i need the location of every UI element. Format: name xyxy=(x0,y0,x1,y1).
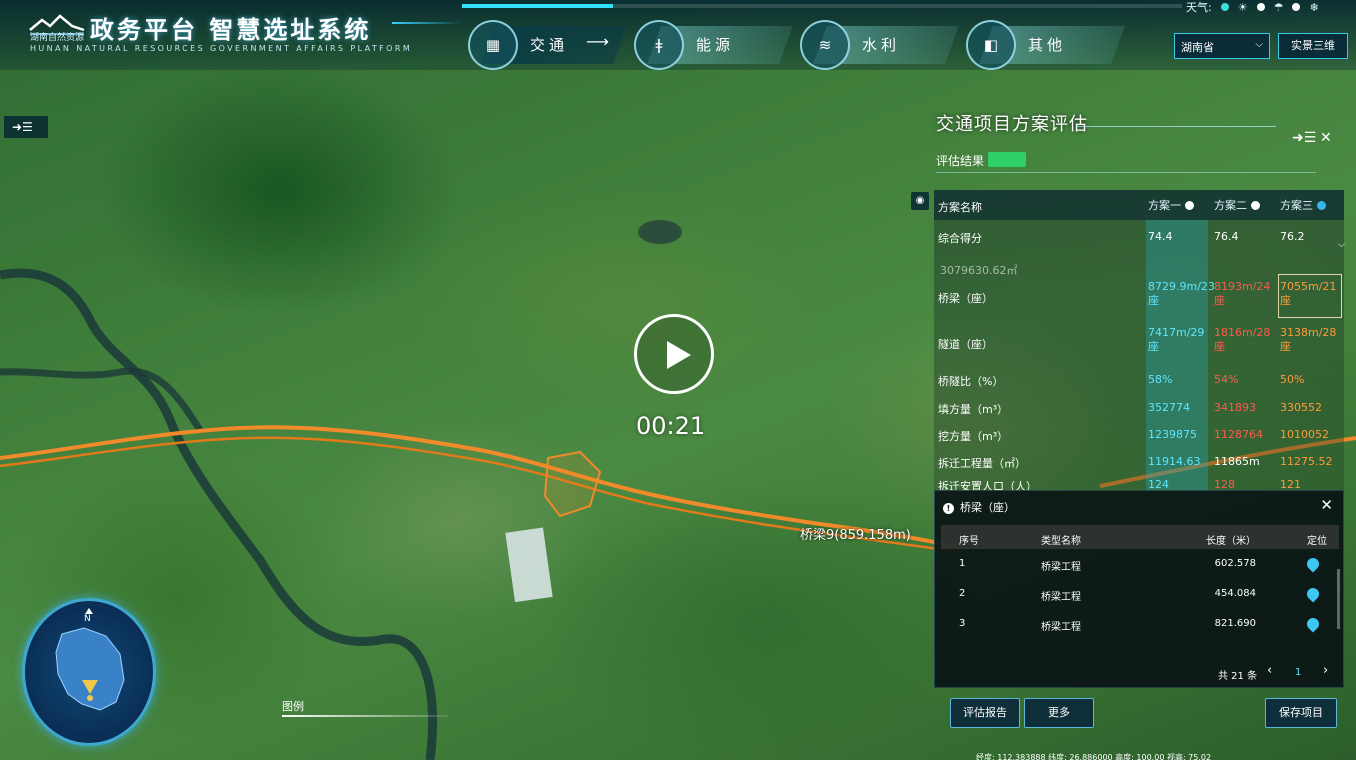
table-row[interactable]: 3 桥梁工程 821.690 xyxy=(941,611,1331,641)
other-icon: ◧ xyxy=(966,20,1016,70)
view-mode-button[interactable]: 实景三维 xyxy=(1278,33,1348,59)
lake xyxy=(638,220,682,244)
energy-icon: ǂ xyxy=(634,20,684,70)
weather-status-dot xyxy=(1220,3,1229,11)
table-row[interactable]: 1 桥梁工程 602.578 xyxy=(941,551,1331,581)
nav-item-traffic[interactable]: ▦ 交通 ⟶ xyxy=(468,20,627,70)
weather-dot xyxy=(1292,3,1301,11)
nav-item-label: 交通 xyxy=(530,36,569,54)
weather-bar: 天气: ☀ ☂ ❄ xyxy=(1186,0,1319,15)
table-header: 方案名称 方案一 方案二 方案三 xyxy=(934,190,1344,220)
scheme-color-dot xyxy=(1317,201,1326,210)
quarry-area xyxy=(505,527,553,603)
play-icon xyxy=(667,341,691,369)
eval-report-button[interactable]: 评估报告 xyxy=(950,698,1020,728)
next-page-button[interactable]: › xyxy=(1323,663,1328,678)
page-subtitle: HUNAN NATURAL RESOURCES GOVERNMENT AFFAI… xyxy=(30,44,413,53)
location-pin-icon xyxy=(1304,585,1322,603)
table-header: 序号 类型名称 长度（米） 定位 xyxy=(941,525,1339,549)
info-icon: ! xyxy=(943,503,954,514)
column-header: 方案名称 xyxy=(938,201,982,214)
video-timestamp: 00:21 xyxy=(636,412,706,440)
chevron-down-icon: ⌵ xyxy=(1255,39,1263,50)
locate-icon[interactable]: ◉ xyxy=(911,192,929,210)
prev-page-button[interactable]: ‹ xyxy=(1267,663,1272,678)
region-value: 湖南省 xyxy=(1181,41,1214,54)
header: 湖南自然资源 政务平台 智慧选址系统 HUNAN NATURAL RESOURC… xyxy=(0,0,1356,70)
eval-result-label: 评估结果 xyxy=(936,154,985,168)
org-name: 湖南自然资源 xyxy=(30,33,85,43)
title-divider xyxy=(392,22,462,24)
scheme-color-dot xyxy=(1251,201,1260,210)
location-pin-icon xyxy=(1304,615,1322,633)
video-progress-fill xyxy=(462,4,614,8)
bridge-map-label: 桥梁9(859.158m) xyxy=(800,528,911,543)
video-progress-bar[interactable] xyxy=(462,4,1182,8)
panel-title: 交通项目方案评估 xyxy=(936,114,1088,135)
nav-item-water[interactable]: ≋ 水利 xyxy=(800,20,959,70)
close-icon[interactable]: ✕ xyxy=(1320,496,1333,514)
north-label: N xyxy=(84,614,91,624)
scheme-compare-table: 方案名称 方案一 方案二 方案三 综合得分 74.4 76.4 76.2 ⌵ 3… xyxy=(934,190,1345,490)
location-pin-icon xyxy=(1304,555,1322,573)
eval-status-badge xyxy=(988,152,1026,167)
water-icon: ≋ xyxy=(800,20,850,70)
nav-item-other[interactable]: ◧ 其他 xyxy=(966,20,1125,70)
column-scheme-two[interactable]: 方案二 xyxy=(1214,199,1276,213)
legend-line xyxy=(282,715,448,717)
road-icon: ▦ xyxy=(468,20,518,70)
route-corridor xyxy=(543,450,602,518)
rain-icon[interactable]: ☂ xyxy=(1274,1,1284,14)
pagination-total: 共 21 条 xyxy=(1218,671,1258,682)
nav-item-energy[interactable]: ǂ 能源 xyxy=(634,20,793,70)
snow-icon[interactable]: ❄ xyxy=(1309,1,1318,14)
left-panel-toggle[interactable]: ➜☰ xyxy=(4,116,48,138)
legend-label[interactable]: 图例 xyxy=(282,698,304,714)
popup-scrollbar[interactable] xyxy=(1337,569,1340,629)
sun-icon[interactable]: ☀ xyxy=(1238,1,1248,14)
column-scheme-three[interactable]: 方案三 xyxy=(1280,199,1342,213)
category-nav: ▦ 交通 ⟶ ǂ 能源 ≋ 水利 ◧ 其他 xyxy=(468,20,1125,70)
scheme-one-highlight xyxy=(1146,220,1208,490)
table-row[interactable]: 2 桥梁工程 454.084 xyxy=(941,581,1331,611)
scheme-color-dot xyxy=(1185,201,1194,210)
current-page[interactable]: 1 xyxy=(1295,667,1301,678)
nav-item-label: 其他 xyxy=(1028,36,1067,54)
table-row: 拆迁安置人口（人） 124 128 121 xyxy=(938,478,1301,490)
column-scheme-one[interactable]: 方案一 xyxy=(1148,199,1210,213)
arrow-right-icon: ⟶ xyxy=(586,32,609,51)
scroll-indicator[interactable]: ⌵ xyxy=(1338,240,1345,250)
save-project-button[interactable]: 保存项目 xyxy=(1265,698,1337,728)
play-button[interactable] xyxy=(634,314,714,394)
more-button[interactable]: 更多 xyxy=(1024,698,1094,728)
page-title: 政务平台 智慧选址系统 xyxy=(90,16,372,44)
nav-item-label: 能源 xyxy=(696,36,735,54)
compass-minimap[interactable]: N xyxy=(22,598,156,746)
status-bar: 经度: 112.383888 纬度: 26.886000 高度: 100.00 … xyxy=(976,753,1212,760)
expand-panel-icon[interactable]: ➜☰ xyxy=(1292,130,1316,146)
eval-divider xyxy=(936,172,1316,173)
bridge-detail-popup: ! 桥梁（座） ✕ 序号 类型名称 长度（米） 定位 1 桥梁工程 602.578… xyxy=(934,490,1344,688)
region-select[interactable]: 湖南省 ⌵ xyxy=(1174,33,1270,59)
nav-item-label: 水利 xyxy=(862,36,901,54)
close-icon[interactable]: ✕ xyxy=(1320,130,1332,146)
popup-title: ! 桥梁（座） xyxy=(943,499,1015,515)
panel-title-line xyxy=(1076,126,1276,127)
weather-label: 天气: xyxy=(1186,1,1212,14)
weather-dot xyxy=(1256,3,1265,11)
